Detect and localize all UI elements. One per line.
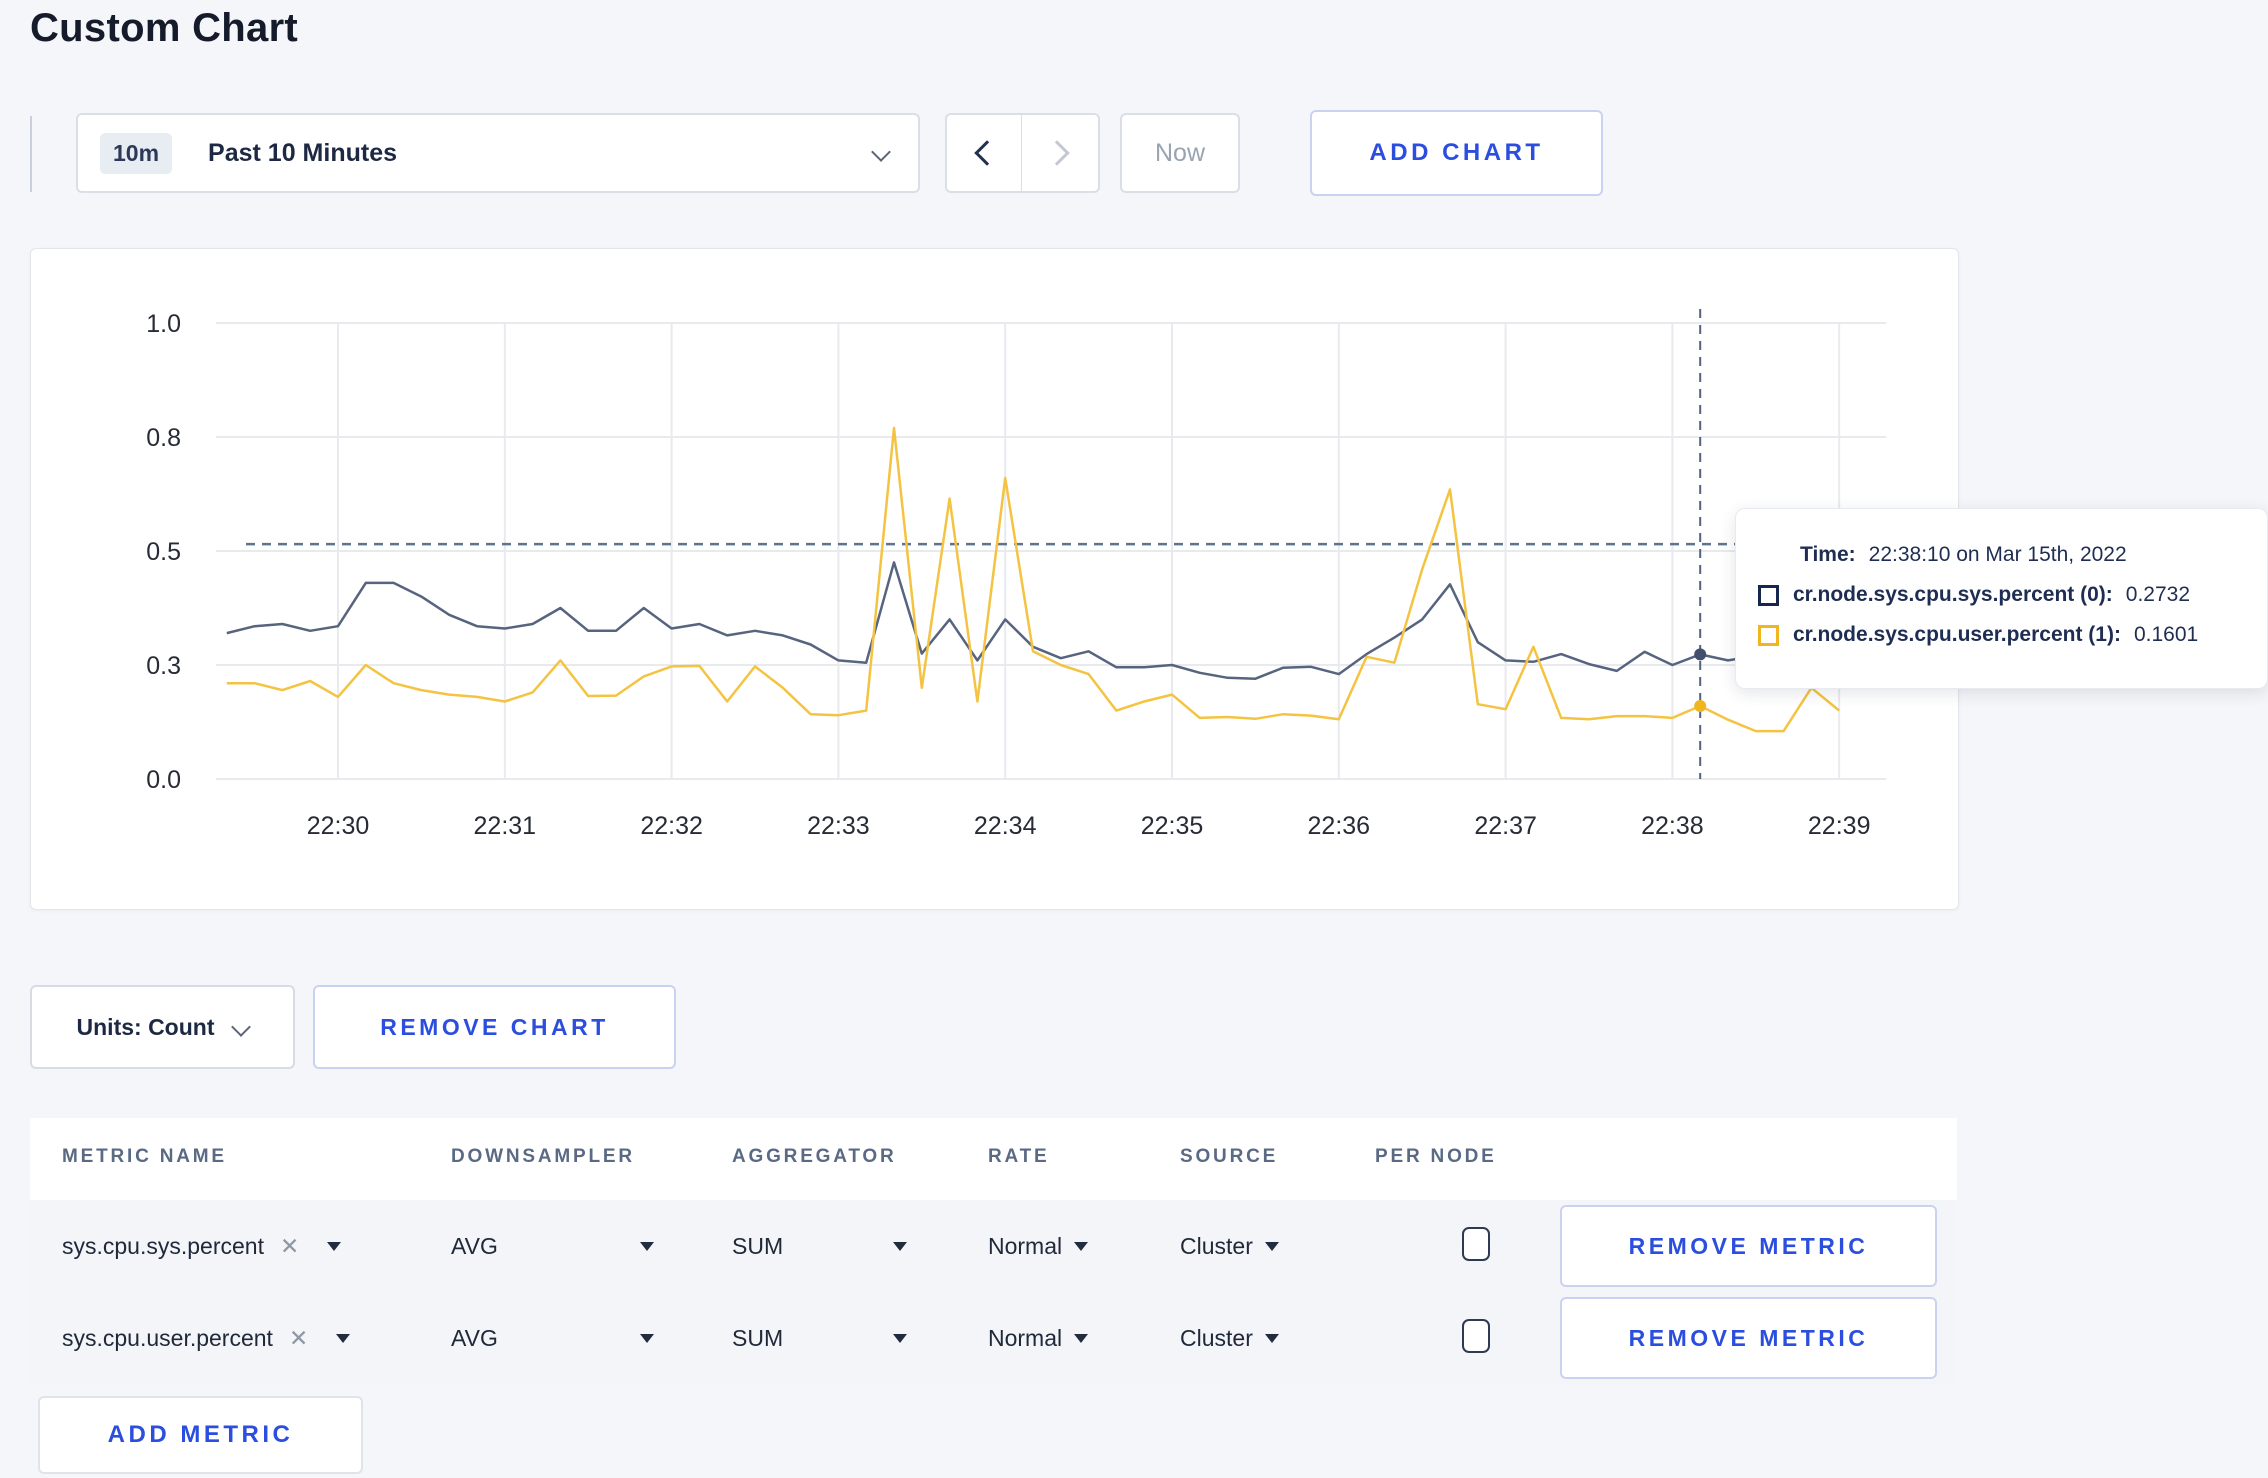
series-line <box>226 426 1840 733</box>
aggregator-select[interactable]: SUM <box>732 1233 783 1260</box>
downsampler-select[interactable]: AVG <box>451 1325 498 1352</box>
col-header-aggregator: AGGREGATOR <box>732 1146 897 1167</box>
caret-down-icon[interactable] <box>1264 1241 1279 1251</box>
source-select[interactable]: Cluster <box>1180 1325 1253 1352</box>
per-node-checkbox[interactable] <box>1462 1227 1490 1261</box>
hover-point <box>1694 699 1707 712</box>
series-line <box>226 561 1840 680</box>
col-header-per-node: PER NODE <box>1375 1146 1497 1167</box>
time-window-label: Past 10 Minutes <box>208 138 397 167</box>
metric-row: sys.cpu.user.percent ✕ AVG SUM Normal Cl… <box>30 1292 1957 1384</box>
downsampler-select[interactable]: AVG <box>451 1233 498 1260</box>
caret-down-icon[interactable] <box>893 1241 907 1251</box>
caret-down-icon[interactable] <box>640 1333 654 1343</box>
now-button[interactable]: Now <box>1120 113 1240 193</box>
time-window-prev-button[interactable] <box>945 113 1023 193</box>
x-axis-tick-label: 22:31 <box>474 812 537 840</box>
caret-down-icon[interactable] <box>640 1241 654 1251</box>
units-label: Units: Count <box>76 1013 215 1040</box>
add-metric-button[interactable]: ADD METRIC <box>38 1396 363 1474</box>
caret-down-icon[interactable] <box>893 1333 907 1343</box>
x-axis-tick-label: 22:35 <box>1141 812 1204 840</box>
tooltip-series-user-value: 0.1601 <box>2133 623 2199 646</box>
caret-down-icon[interactable] <box>1074 1241 1089 1251</box>
x-axis-tick-label: 22:37 <box>1474 812 1537 840</box>
chevron-left-icon <box>974 140 1000 166</box>
per-node-checkbox[interactable] <box>1462 1319 1490 1353</box>
y-axis-tick-label: 0.5 <box>146 538 181 566</box>
hover-point <box>1694 648 1707 661</box>
series-user-swatch-icon <box>1758 624 1779 646</box>
toolbar-left-divider <box>30 116 32 192</box>
col-header-downsampler: DOWNSAMPLER <box>451 1146 635 1167</box>
aggregator-select[interactable]: SUM <box>732 1325 783 1352</box>
remove-metric-button[interactable]: REMOVE METRIC <box>1560 1205 1937 1287</box>
metrics-table-header: METRIC NAME DOWNSAMPLER AGGREGATOR RATE … <box>30 1118 1957 1200</box>
time-window-next-button[interactable] <box>1021 113 1100 193</box>
series-sys-swatch-icon <box>1758 584 1779 606</box>
tooltip-time-value: 22:38:10 on Mar 15th, 2022 <box>1868 543 2127 566</box>
metric-name-select[interactable]: sys.cpu.sys.percent <box>62 1233 264 1260</box>
metric-row: sys.cpu.sys.percent ✕ AVG SUM Normal Clu… <box>30 1200 1957 1292</box>
rate-select[interactable]: Normal <box>988 1233 1062 1260</box>
tooltip-series-sys-label: cr.node.sys.cpu.sys.percent (0): <box>1793 583 2113 606</box>
x-axis-tick-label: 22:36 <box>1308 812 1371 840</box>
col-header-source: SOURCE <box>1180 1146 1279 1167</box>
page-title: Custom Chart <box>30 6 299 50</box>
remove-metric-button[interactable]: REMOVE METRIC <box>1560 1297 1937 1379</box>
caret-down-icon[interactable] <box>336 1333 351 1343</box>
y-axis-tick-label: 0.8 <box>146 424 181 452</box>
x-axis-tick-label: 22:39 <box>1808 812 1871 840</box>
units-select[interactable]: Units: Count <box>30 985 295 1069</box>
x-axis-tick-label: 22:30 <box>307 812 370 840</box>
caret-down-icon[interactable] <box>1074 1333 1089 1343</box>
source-select[interactable]: Cluster <box>1180 1233 1253 1260</box>
chevron-right-icon <box>1044 140 1070 166</box>
chart-tooltip: Time: 22:38:10 on Mar 15th, 2022 cr.node… <box>1735 508 2268 689</box>
y-axis-tick-label: 1.0 <box>146 310 181 338</box>
tooltip-series-user-label: cr.node.sys.cpu.user.percent (1): <box>1793 623 2121 646</box>
rate-select[interactable]: Normal <box>988 1325 1062 1352</box>
caret-down-icon[interactable] <box>327 1241 342 1251</box>
time-window-select[interactable]: 10m Past 10 Minutes <box>76 113 920 193</box>
col-header-metric-name: METRIC NAME <box>62 1146 227 1167</box>
caret-down-icon[interactable] <box>1264 1333 1279 1343</box>
col-header-rate: RATE <box>988 1146 1050 1167</box>
time-window-badge: 10m <box>100 132 173 174</box>
y-axis-tick-label: 0.3 <box>146 652 181 680</box>
metric-name-select[interactable]: sys.cpu.user.percent <box>62 1325 273 1352</box>
clear-metric-icon[interactable]: ✕ <box>289 1325 308 1352</box>
x-axis-tick-label: 22:38 <box>1641 812 1704 840</box>
timeseries-chart[interactable]: 0.0 0.3 0.5 0.8 1.0 22:30 22:31 22:32 22:33 22:34… <box>31 249 1956 907</box>
x-axis-tick-label: 22:34 <box>974 812 1037 840</box>
clear-metric-icon[interactable]: ✕ <box>280 1233 299 1260</box>
tooltip-time-label: Time: <box>1800 543 1856 566</box>
y-axis-tick-label: 0.0 <box>146 766 181 794</box>
chevron-down-icon <box>231 1017 252 1037</box>
remove-chart-button[interactable]: REMOVE CHART <box>313 985 676 1069</box>
add-chart-button[interactable]: ADD CHART <box>1310 110 1603 196</box>
x-axis-tick-label: 22:33 <box>807 812 870 840</box>
x-axis-tick-label: 22:32 <box>640 812 703 840</box>
chevron-down-icon <box>871 142 891 162</box>
chart-panel: 0.0 0.3 0.5 0.8 1.0 22:30 22:31 22:32 22:33 22:34… <box>30 248 1959 910</box>
tooltip-series-sys-value: 0.2732 <box>2125 583 2191 606</box>
